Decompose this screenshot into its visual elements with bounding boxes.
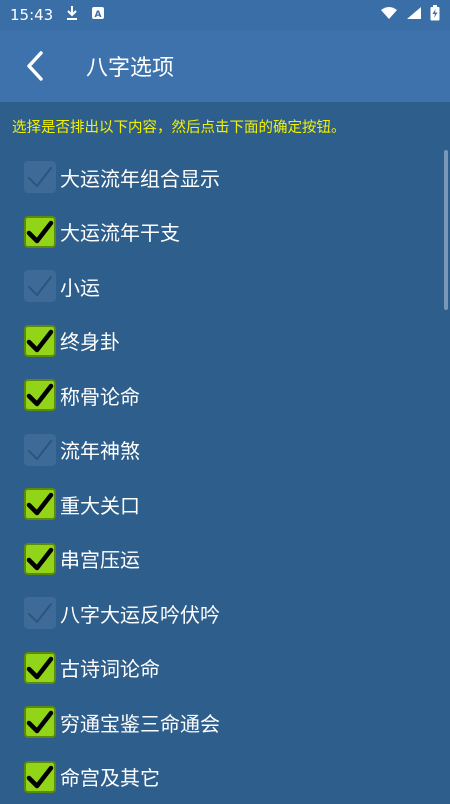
option-label: 称骨论命 xyxy=(60,381,140,410)
option-checkbox[interactable] xyxy=(24,216,56,248)
option-checkbox[interactable] xyxy=(24,434,56,466)
check-icon xyxy=(26,438,54,462)
option-item[interactable]: 重大关口 xyxy=(0,477,450,532)
page-title: 八字选项 xyxy=(86,50,174,82)
option-item[interactable]: 穷通宝鉴三命通会 xyxy=(0,695,450,750)
download-icon xyxy=(65,5,79,25)
option-checkbox[interactable] xyxy=(24,761,56,793)
check-icon xyxy=(26,165,54,189)
check-icon xyxy=(26,492,54,516)
option-label: 串宫压运 xyxy=(60,544,140,573)
scrollbar[interactable] xyxy=(444,150,448,310)
a-icon: A xyxy=(91,6,105,24)
check-icon xyxy=(26,329,54,353)
check-icon xyxy=(26,274,54,298)
option-checkbox[interactable] xyxy=(24,488,56,520)
option-label: 流年神煞 xyxy=(60,435,140,464)
check-icon xyxy=(26,383,54,407)
option-label: 穷通宝鉴三命通会 xyxy=(60,708,220,737)
options-list: 大运流年组合显示大运流年干支小运终身卦称骨论命流年神煞重大关口串宫压运八字大运反… xyxy=(0,150,450,804)
option-item[interactable]: 小运 xyxy=(0,259,450,314)
option-item[interactable]: 命宫及其它 xyxy=(0,750,450,804)
option-label: 终身卦 xyxy=(60,326,120,355)
option-label: 命宫及其它 xyxy=(60,762,160,791)
option-label: 大运流年组合显示 xyxy=(60,163,220,192)
option-item[interactable]: 流年神煞 xyxy=(0,423,450,478)
check-icon xyxy=(26,765,54,789)
option-checkbox[interactable] xyxy=(24,543,56,575)
signal-icon xyxy=(406,6,422,24)
svg-text:A: A xyxy=(95,10,102,20)
option-item[interactable]: 串宫压运 xyxy=(0,532,450,587)
wifi-icon xyxy=(380,6,398,24)
option-label: 大运流年干支 xyxy=(60,217,180,246)
option-checkbox[interactable] xyxy=(24,379,56,411)
option-item[interactable]: 八字大运反吟伏吟 xyxy=(0,586,450,641)
instruction-text: 选择是否排出以下内容，然后点击下面的确定按钮。 xyxy=(0,102,450,140)
option-checkbox[interactable] xyxy=(24,597,56,629)
check-icon xyxy=(26,656,54,680)
option-checkbox[interactable] xyxy=(24,652,56,684)
chevron-left-icon xyxy=(25,50,45,82)
option-checkbox[interactable] xyxy=(24,270,56,302)
option-checkbox[interactable] xyxy=(24,325,56,357)
option-item[interactable]: 古诗词论命 xyxy=(0,641,450,696)
option-checkbox[interactable] xyxy=(24,706,56,738)
option-item[interactable]: 大运流年干支 xyxy=(0,205,450,260)
option-item[interactable]: 大运流年组合显示 xyxy=(0,150,450,205)
check-icon xyxy=(26,710,54,734)
option-item[interactable]: 称骨论命 xyxy=(0,368,450,423)
option-item[interactable]: 终身卦 xyxy=(0,314,450,369)
option-checkbox[interactable] xyxy=(24,161,56,193)
battery-icon xyxy=(430,5,440,25)
app-bar: 八字选项 xyxy=(0,30,450,102)
back-button[interactable] xyxy=(20,46,50,86)
check-icon xyxy=(26,220,54,244)
check-icon xyxy=(26,601,54,625)
option-label: 八字大运反吟伏吟 xyxy=(60,599,220,628)
option-label: 古诗词论命 xyxy=(60,653,160,682)
status-bar: 15:43 A xyxy=(0,0,450,30)
status-time: 15:43 xyxy=(10,6,53,24)
check-icon xyxy=(26,547,54,571)
option-label: 小运 xyxy=(60,272,100,301)
option-label: 重大关口 xyxy=(60,490,140,519)
